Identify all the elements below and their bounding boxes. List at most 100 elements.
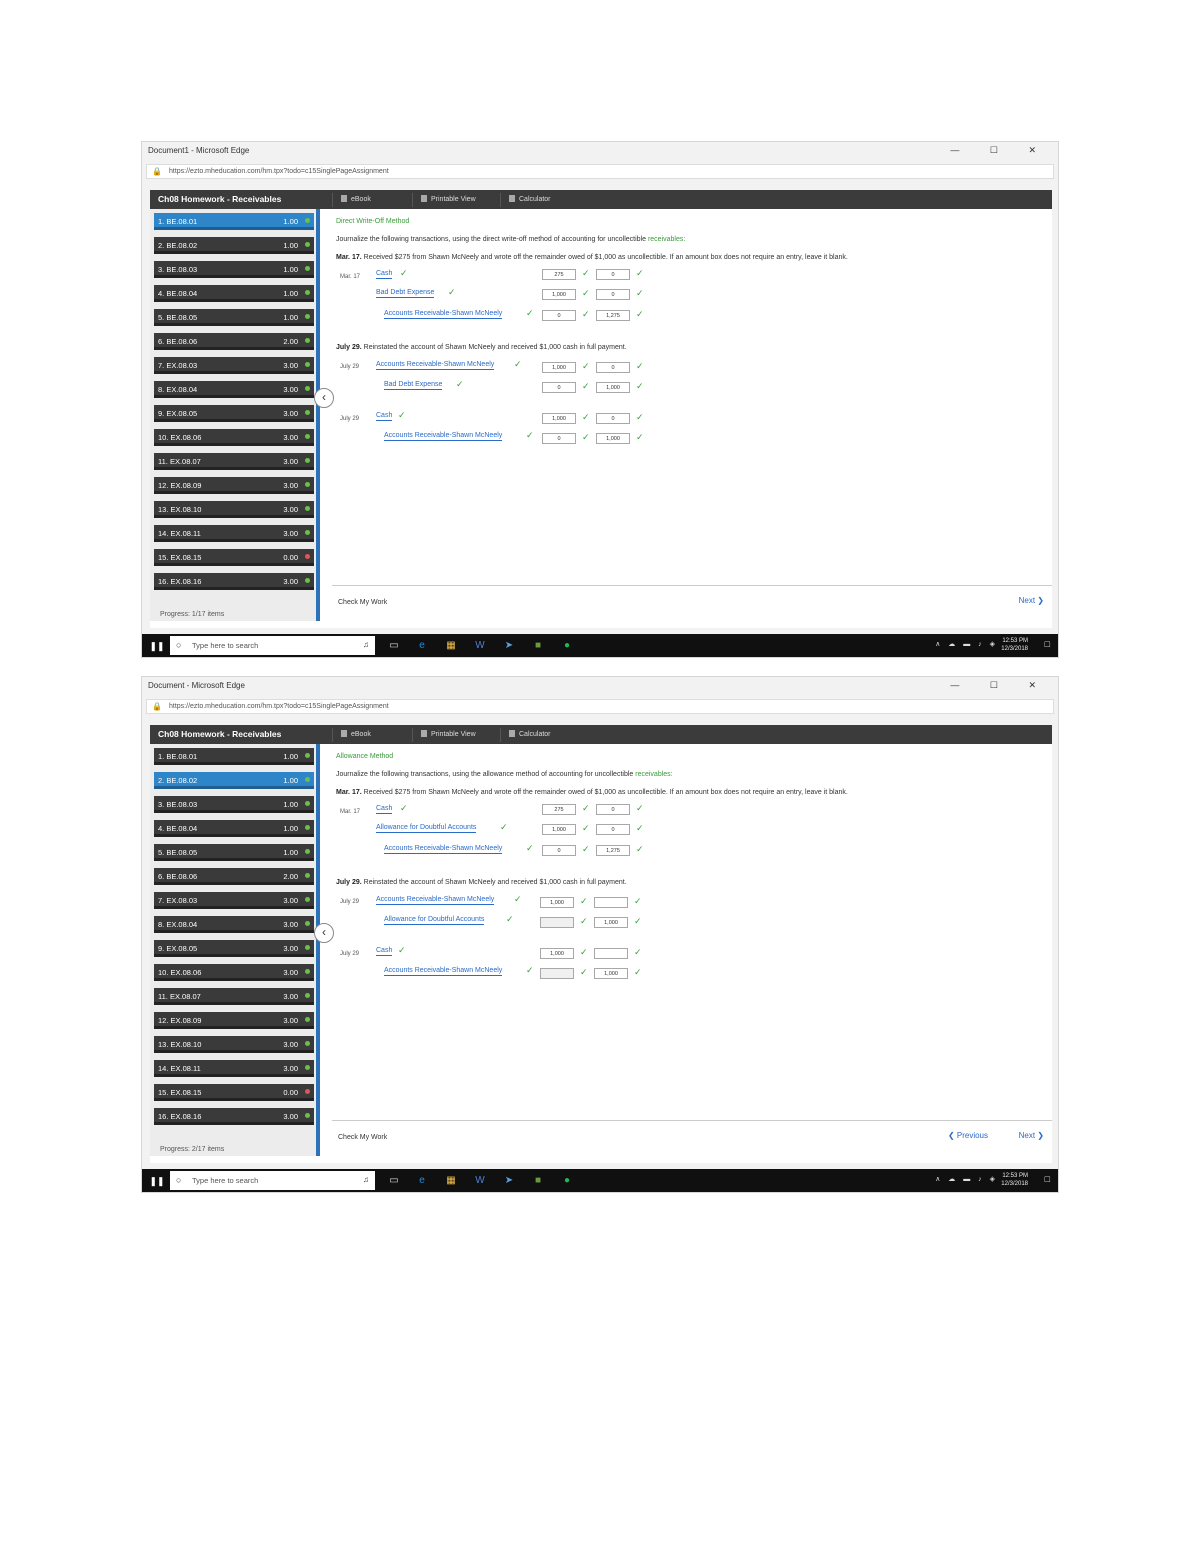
- question-item[interactable]: 9. EX.08.05 3.00: [154, 940, 314, 957]
- account-select[interactable]: Cash: [376, 270, 393, 279]
- collapse-sidebar-button[interactable]: ‹: [314, 923, 334, 943]
- question-item[interactable]: 6. BE.08.06 2.00: [154, 333, 314, 350]
- question-item[interactable]: 11. EX.08.07 3.00: [154, 988, 314, 1005]
- question-item[interactable]: 16. EX.08.16 3.00: [154, 573, 314, 590]
- tab-printable-view[interactable]: Printable View: [412, 728, 484, 742]
- question-item[interactable]: 13. EX.08.10 3.00: [154, 501, 314, 518]
- question-item[interactable]: 4. BE.08.04 1.00: [154, 285, 314, 302]
- word-icon[interactable]: W: [472, 638, 488, 654]
- credit-input[interactable]: 1,275: [596, 310, 630, 321]
- question-item[interactable]: 9. EX.08.05 3.00: [154, 405, 314, 422]
- question-item[interactable]: 5. BE.08.05 1.00: [154, 844, 314, 861]
- credit-input[interactable]: [594, 897, 628, 908]
- check-my-work-button[interactable]: Check My Work: [338, 1134, 387, 1141]
- account-select[interactable]: Bad Debt Expense: [384, 381, 443, 390]
- address-bar[interactable]: 🔒 https://ezto.mheducation.com/hm.tpx?to…: [146, 699, 1054, 714]
- collapse-sidebar-button[interactable]: ‹: [314, 388, 334, 408]
- account-select[interactable]: Cash: [376, 947, 393, 956]
- debit-input[interactable]: 0: [542, 845, 576, 856]
- debit-input[interactable]: 0: [542, 310, 576, 321]
- credit-input[interactable]: 0: [596, 413, 630, 424]
- account-select[interactable]: Bad Debt Expense: [376, 289, 435, 298]
- question-item[interactable]: 16. EX.08.16 3.00: [154, 1108, 314, 1125]
- taskbar-clock[interactable]: 12:53 PM 12/3/2018: [1001, 1172, 1028, 1188]
- question-item[interactable]: 8. EX.08.04 3.00: [154, 916, 314, 933]
- credit-input[interactable]: 0: [596, 824, 630, 835]
- question-item[interactable]: 2. BE.08.02 1.00: [154, 772, 314, 789]
- steam-icon[interactable]: ➤: [501, 638, 517, 654]
- notification-icon[interactable]: □: [1045, 1174, 1050, 1184]
- file-explorer-icon[interactable]: ▦: [443, 638, 459, 654]
- debit-input[interactable]: 1,000: [542, 362, 576, 373]
- microphone-icon[interactable]: ♫: [363, 640, 369, 649]
- account-select[interactable]: Cash: [376, 412, 393, 421]
- window-controls[interactable]: — ☐ ✕: [950, 680, 1050, 691]
- notification-icon[interactable]: □: [1045, 639, 1050, 649]
- credit-input[interactable]: 0: [596, 362, 630, 373]
- account-select[interactable]: Accounts Receivable-Shawn McNeely: [384, 967, 503, 976]
- question-item[interactable]: 10. EX.08.06 3.00: [154, 429, 314, 446]
- credit-input[interactable]: 1,000: [596, 382, 630, 393]
- question-item[interactable]: 10. EX.08.06 3.00: [154, 964, 314, 981]
- previous-button[interactable]: ❮ Previous: [948, 1131, 988, 1140]
- account-select[interactable]: Accounts Receivable-Shawn McNeely: [376, 361, 495, 370]
- credit-input[interactable]: 1,000: [594, 917, 628, 928]
- debit-input[interactable]: 1,000: [542, 413, 576, 424]
- question-item[interactable]: 7. EX.08.03 3.00: [154, 892, 314, 909]
- question-item[interactable]: 2. BE.08.02 1.00: [154, 237, 314, 254]
- edge-icon[interactable]: e: [414, 1173, 430, 1189]
- question-item[interactable]: 8. EX.08.04 3.00: [154, 381, 314, 398]
- question-item[interactable]: 3. BE.08.03 1.00: [154, 261, 314, 278]
- taskbar-search[interactable]: ○ Type here to search ♫: [170, 1171, 375, 1190]
- tab-ebook[interactable]: eBook: [332, 728, 379, 742]
- system-tray-icons[interactable]: ∧ ☁ ▬ ♪ ◈: [935, 640, 998, 648]
- window-controls[interactable]: — ☐ ✕: [950, 145, 1050, 156]
- question-item[interactable]: 6. BE.08.06 2.00: [154, 868, 314, 885]
- question-item[interactable]: 12. EX.08.09 3.00: [154, 477, 314, 494]
- taskbar-clock[interactable]: 12:53 PM 12/3/2018: [1001, 637, 1028, 653]
- debit-input[interactable]: [540, 917, 574, 928]
- account-select[interactable]: Accounts Receivable-Shawn McNeely: [376, 896, 495, 905]
- credit-input[interactable]: 1,000: [596, 433, 630, 444]
- word-icon[interactable]: W: [472, 1173, 488, 1189]
- question-item[interactable]: 15. EX.08.15 0.00: [154, 1084, 314, 1101]
- minecraft-icon[interactable]: ■: [530, 1173, 546, 1189]
- credit-input[interactable]: 0: [596, 289, 630, 300]
- check-my-work-button[interactable]: Check My Work: [338, 599, 387, 606]
- system-tray-icons[interactable]: ∧ ☁ ▬ ♪ ◈: [935, 1175, 998, 1183]
- debit-input[interactable]: 0: [542, 433, 576, 444]
- microphone-icon[interactable]: ♫: [363, 1175, 369, 1184]
- spotify-icon[interactable]: ●: [559, 1173, 575, 1189]
- debit-input[interactable]: 275: [542, 269, 576, 280]
- question-item[interactable]: 7. EX.08.03 3.00: [154, 357, 314, 374]
- next-button[interactable]: Next ❯: [1019, 1131, 1044, 1140]
- credit-input[interactable]: 1,000: [594, 968, 628, 979]
- debit-input[interactable]: 1,000: [540, 897, 574, 908]
- steam-icon[interactable]: ➤: [501, 1173, 517, 1189]
- credit-input[interactable]: 0: [596, 804, 630, 815]
- credit-input[interactable]: 0: [596, 269, 630, 280]
- windows-start-icon[interactable]: ❚❚: [146, 638, 168, 654]
- question-item[interactable]: 3. BE.08.03 1.00: [154, 796, 314, 813]
- account-select[interactable]: Allowance for Doubtful Accounts: [376, 824, 477, 833]
- next-button[interactable]: Next ❯: [1019, 596, 1044, 605]
- address-bar[interactable]: 🔒 https://ezto.mheducation.com/hm.tpx?to…: [146, 164, 1054, 179]
- question-item[interactable]: 12. EX.08.09 3.00: [154, 1012, 314, 1029]
- edge-icon[interactable]: e: [414, 638, 430, 654]
- task-view-icon[interactable]: ▭: [386, 638, 402, 654]
- debit-input[interactable]: 1,000: [542, 289, 576, 300]
- question-item[interactable]: 14. EX.08.11 3.00: [154, 525, 314, 542]
- debit-input[interactable]: [540, 968, 574, 979]
- taskbar-search[interactable]: ○ Type here to search ♫: [170, 636, 375, 655]
- question-item[interactable]: 5. BE.08.05 1.00: [154, 309, 314, 326]
- account-select[interactable]: Accounts Receivable-Shawn McNeely: [384, 845, 503, 854]
- debit-input[interactable]: 275: [542, 804, 576, 815]
- url-text[interactable]: https://ezto.mheducation.com/hm.tpx?todo…: [169, 168, 389, 175]
- task-view-icon[interactable]: ▭: [386, 1173, 402, 1189]
- question-item[interactable]: 1. BE.08.01 1.00: [154, 748, 314, 765]
- question-item[interactable]: 1. BE.08.01 1.00: [154, 213, 314, 230]
- file-explorer-icon[interactable]: ▦: [443, 1173, 459, 1189]
- debit-input[interactable]: 1,000: [540, 948, 574, 959]
- credit-input[interactable]: 1,275: [596, 845, 630, 856]
- tab-calculator[interactable]: Calculator: [500, 728, 559, 742]
